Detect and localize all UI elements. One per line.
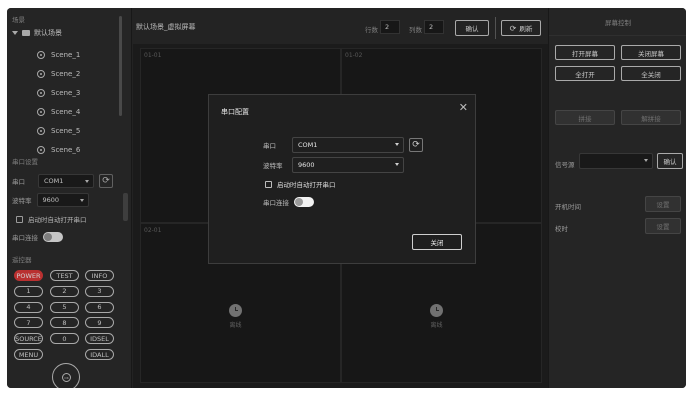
dialog-auto-open-label: 启动时自动打开串口 [277,181,336,189]
dialog-baud-value: 9600 [298,161,315,169]
dialog-title: 串口配置 [221,108,249,116]
serial-config-dialog: 串口配置 ✕ 串口 COM1 ⟳ 波特率 9600 启动时自动打开串口 串口连接… [208,94,476,264]
chevron-down-icon [395,163,399,166]
dialog-refresh-ports-icon[interactable]: ⟳ [409,138,423,152]
app-window: 场景 默认场景 Scene_1 Scene_2 Scene_3 Scene_4 Scen… [7,8,686,388]
dialog-close-button[interactable]: 关闭 [412,234,462,250]
close-icon[interactable]: ✕ [459,102,468,113]
dialog-auto-open-checkbox[interactable] [265,180,272,188]
dialog-close-label: 关闭 [430,239,444,247]
dialog-serial-connect-toggle[interactable] [294,197,314,207]
dialog-auto-open-row[interactable]: 启动时自动打开串口 [265,179,336,189]
dialog-port-value: COM1 [298,141,318,149]
dialog-port-select[interactable]: COM1 [292,137,404,153]
chevron-down-icon [395,143,399,146]
dialog-connect-row: 串口连接 [263,197,314,207]
dialog-connect-label: 串口连接 [263,199,289,207]
dialog-baud-row: 波特率 9600 [263,157,404,173]
dialog-baud-label: 波特率 [263,162,283,170]
dialog-port-label: 串口 [263,142,276,150]
dialog-port-row: 串口 COM1 ⟳ [263,137,423,153]
dialog-baud-select[interactable]: 9600 [292,157,404,173]
